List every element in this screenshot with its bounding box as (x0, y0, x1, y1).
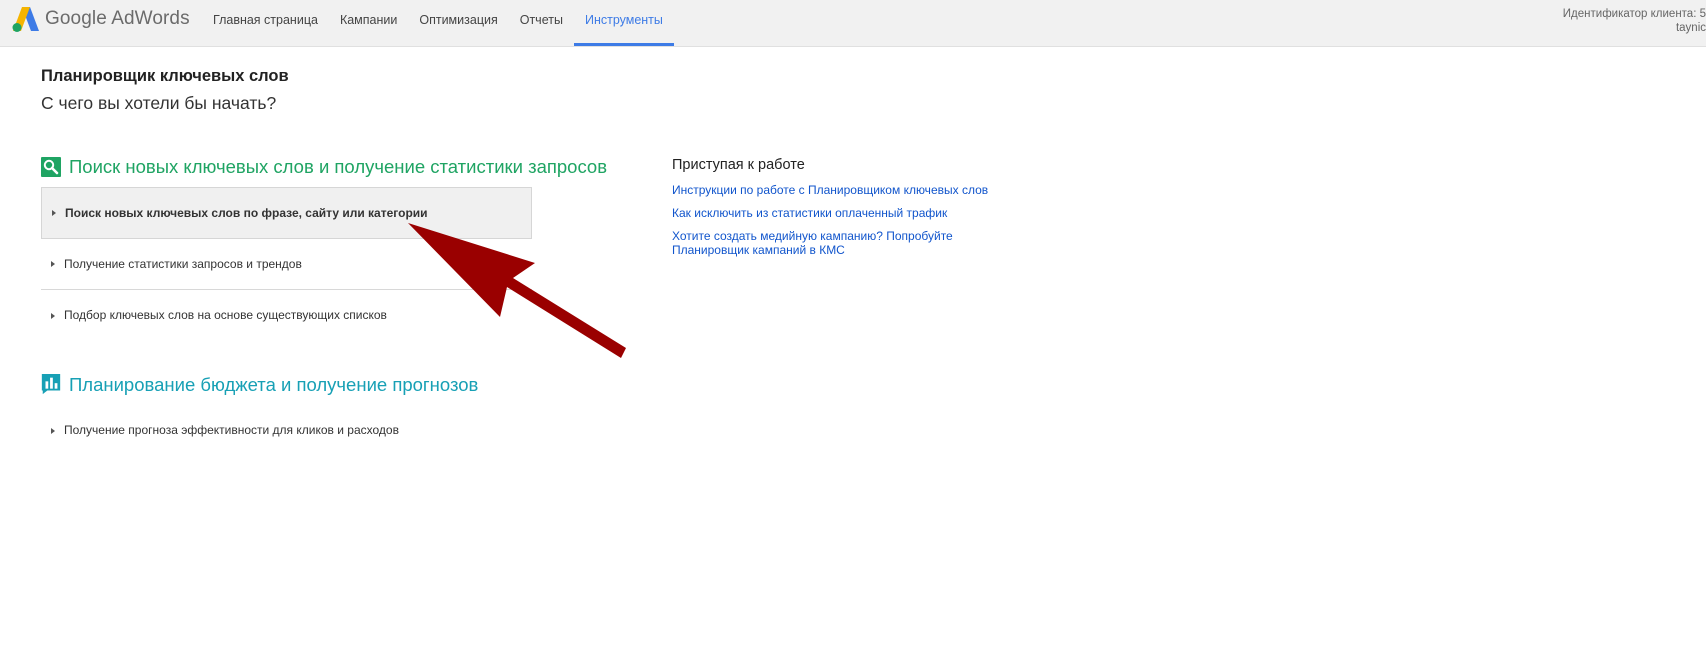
nav-reports[interactable]: Отчеты (509, 0, 574, 46)
caret-right-icon (51, 312, 55, 319)
brand-name[interactable]: Google AdWords (45, 8, 190, 30)
link-instructions[interactable]: Инструкции по работе с Планировщиком клю… (672, 183, 1002, 197)
top-navigation-bar: Google AdWords Главная страница Кампании… (0, 0, 1706, 47)
adwords-logo-icon[interactable] (12, 6, 40, 33)
link-exclude-paid-traffic[interactable]: Как исключить из статистики оплаченный т… (672, 206, 1002, 220)
option-forecast[interactable]: Получение прогноза эффективности для кли… (41, 405, 532, 456)
account-name: taynic (1675, 22, 1706, 34)
section-search-heading: Поиск новых ключевых слов и получение ст… (41, 156, 607, 178)
client-info[interactable]: Идентификатор клиента: 5 taynic (1563, 7, 1706, 35)
option-label: Получение прогноза эффективности для кли… (64, 423, 399, 437)
nav-optimization[interactable]: Оптимизация (408, 0, 508, 46)
nav-home[interactable]: Главная страница (202, 0, 329, 46)
page-title: Планировщик ключевых слов (41, 67, 289, 85)
section-budget-heading: Планирование бюджета и получение прогноз… (41, 374, 478, 396)
client-id-label: Идентификатор клиента: 5 (1562, 8, 1706, 20)
page-subtitle: С чего вы хотели бы начать? (41, 93, 277, 113)
search-icon (41, 157, 61, 177)
annotation-arrow-shape (408, 223, 626, 358)
section-search-title: Поиск новых ключевых слов и получение ст… (69, 156, 608, 177)
main-nav: Главная страница Кампании Оптимизация От… (202, 0, 674, 46)
getting-started-title: Приступая к работе (672, 157, 805, 173)
nav-tools[interactable]: Инструменты (573, 0, 674, 46)
option-label: Получение статистики запросов и трендов (64, 257, 302, 271)
caret-right-icon (52, 210, 56, 216)
option-label: Подбор ключевых слов на основе существую… (64, 308, 387, 322)
annotation-arrow (408, 223, 626, 358)
section-budget-title: Планирование бюджета и получение прогноз… (69, 374, 479, 395)
nav-campaigns[interactable]: Кампании (329, 0, 408, 46)
caret-right-icon (51, 261, 55, 267)
option-label: Поиск новых ключевых слов по фразе, сайт… (65, 206, 428, 220)
caret-right-icon (51, 427, 55, 434)
bar-chart-icon (41, 374, 61, 395)
link-display-planner[interactable]: Хотите создать медийную кампанию? Попроб… (672, 229, 972, 257)
